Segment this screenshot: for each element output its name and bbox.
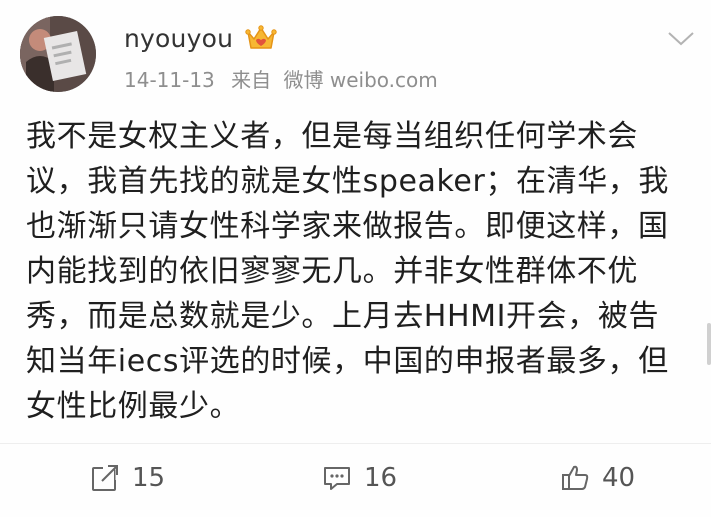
vip-crown-icon[interactable] <box>245 22 277 54</box>
like-count: 40 <box>602 463 636 493</box>
post-date: 14-11-13 <box>124 68 215 92</box>
comment-count: 16 <box>364 463 398 493</box>
source-prefix: 来自 <box>231 68 272 92</box>
username[interactable]: nyouyou <box>124 22 233 56</box>
repost-icon <box>92 464 120 491</box>
weibo-post-card: nyouyou 14-11-13 来自 微博 weibo.com 我不是女权主义… <box>0 0 711 517</box>
divider <box>0 443 711 444</box>
like-button[interactable]: 40 <box>560 458 635 498</box>
repost-button[interactable]: 15 <box>90 458 165 498</box>
chevron-down-icon[interactable] <box>666 28 696 50</box>
post-meta: 14-11-13 来自 微博 weibo.com <box>124 66 448 94</box>
comment-icon <box>324 467 350 490</box>
avatar[interactable] <box>20 16 96 92</box>
thumbs-up-icon <box>562 465 589 490</box>
post-body: 我不是女权主义者，但是每当组织任何学术会 议，我首先找的就是女性speaker；… <box>26 119 670 424</box>
scrollbar[interactable] <box>707 323 711 365</box>
comment-button[interactable]: 16 <box>322 458 397 498</box>
repost-count: 15 <box>132 463 166 493</box>
post-source[interactable]: 微博 weibo.com <box>284 68 438 92</box>
